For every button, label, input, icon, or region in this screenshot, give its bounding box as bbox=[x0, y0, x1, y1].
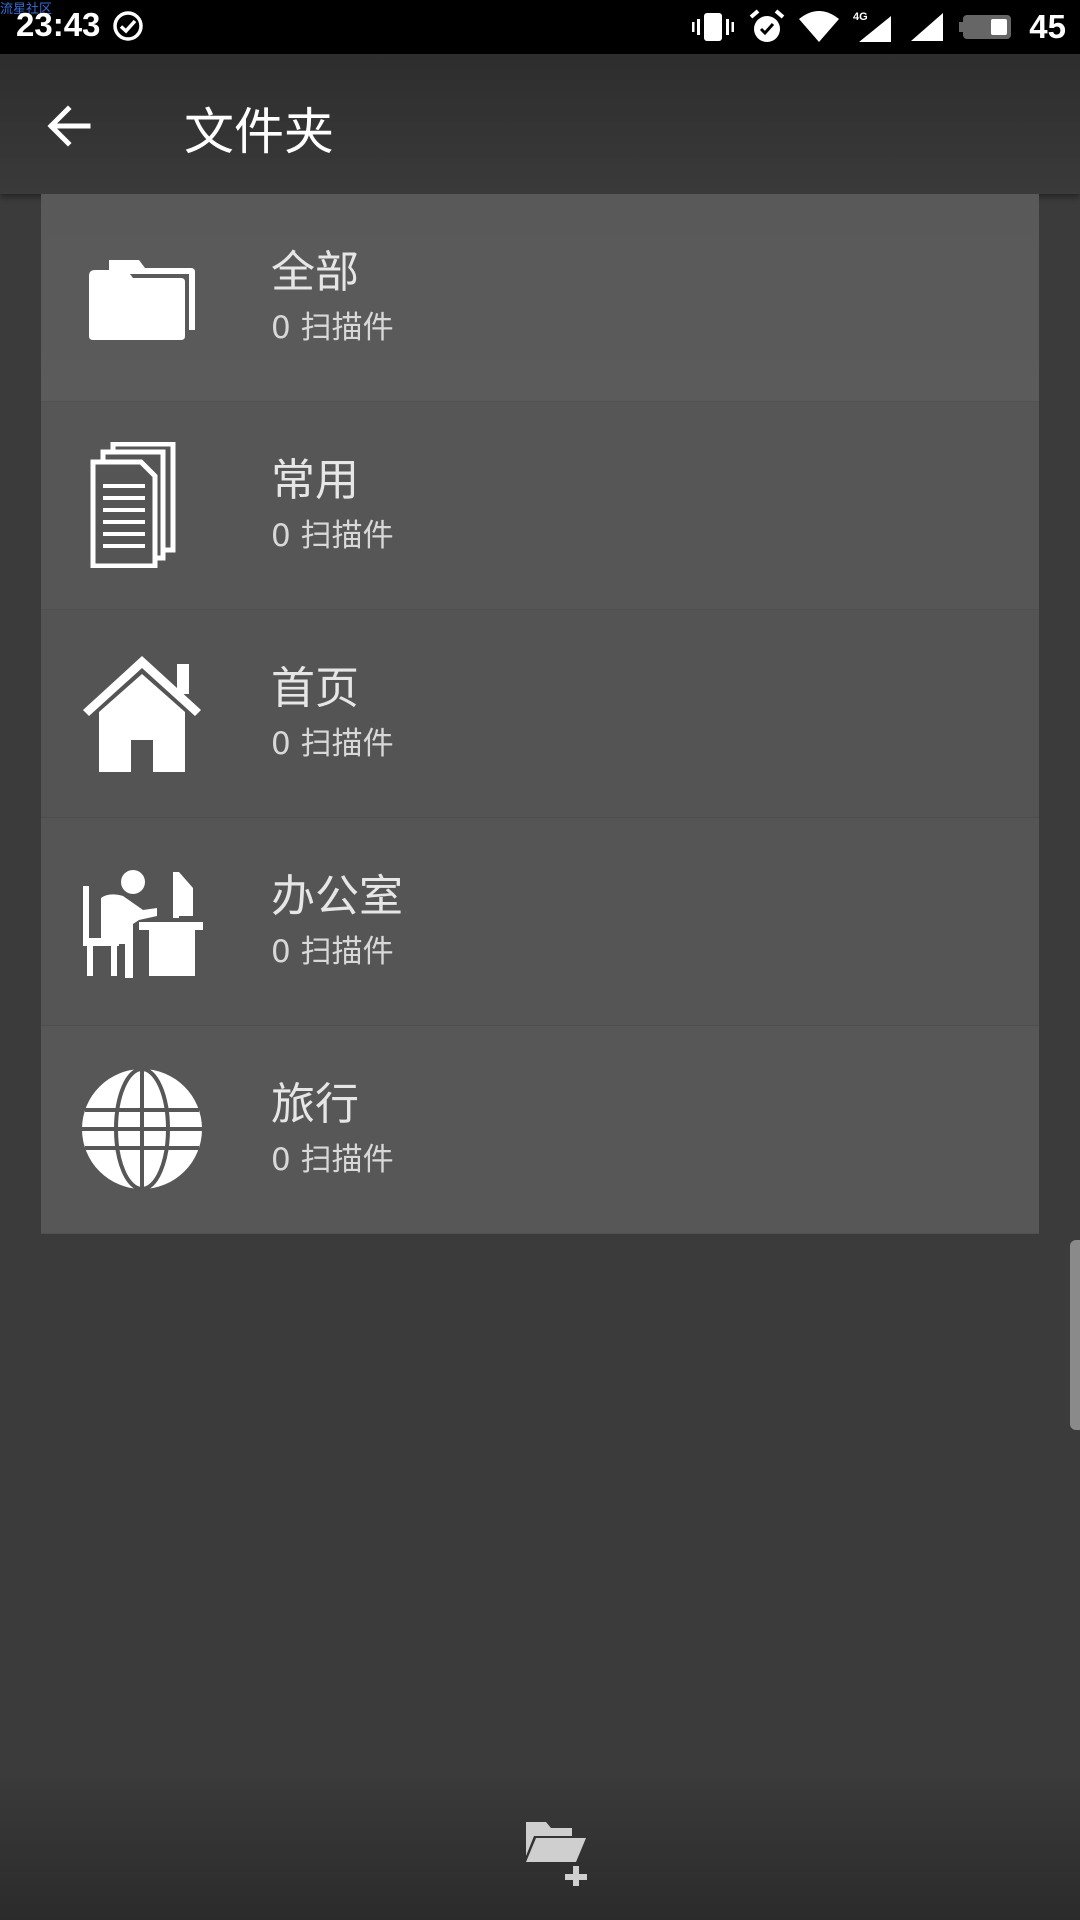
folder-item-office[interactable]: 办公室 0 扫描件 bbox=[41, 818, 1039, 1026]
new-folder-icon[interactable] bbox=[520, 1812, 600, 1886]
signal-4g-icon: 4G bbox=[853, 11, 892, 42]
folder-item-home[interactable]: 首页 0 扫描件 bbox=[41, 610, 1039, 818]
folder-item-frequent[interactable]: 常用 0 扫描件 bbox=[41, 402, 1039, 610]
office-worker-icon bbox=[83, 870, 203, 978]
folder-count: 0 扫描件 bbox=[271, 934, 394, 970]
folder-count: 0 扫描件 bbox=[271, 310, 394, 346]
svg-text:4G: 4G bbox=[853, 11, 868, 23]
battery-icon bbox=[959, 15, 1012, 39]
battery-level: 45 bbox=[1029, 8, 1066, 45]
folder-count: 0 扫描件 bbox=[271, 518, 394, 554]
folders-icon bbox=[89, 260, 195, 340]
app-bar: 文件夹 bbox=[0, 54, 1080, 194]
status-time: 23:43 bbox=[16, 6, 101, 43]
folder-item-travel[interactable]: 旅行 0 扫描件 bbox=[41, 1026, 1039, 1234]
folder-item-all[interactable]: 全部 0 扫描件 bbox=[41, 194, 1039, 402]
bottom-bar bbox=[0, 1776, 1080, 1920]
folder-name: 旅行 bbox=[271, 1079, 359, 1130]
status-icons: 4G 45 bbox=[691, 6, 1066, 48]
scroll-handle[interactable] bbox=[1070, 1240, 1080, 1430]
status-bar: 流星社区 23:43 4G 45 bbox=[0, 0, 1080, 54]
alarm-icon bbox=[749, 9, 785, 42]
documents-icon bbox=[90, 442, 176, 568]
check-circle-icon bbox=[113, 11, 143, 41]
arrow-left-icon[interactable] bbox=[40, 96, 100, 156]
folder-count: 0 扫描件 bbox=[271, 1142, 394, 1178]
vibrate-icon bbox=[692, 13, 735, 41]
globe-icon bbox=[82, 1067, 202, 1191]
page-title: 文件夹 bbox=[184, 103, 334, 161]
folder-list: 全部 0 扫描件 常用 0 扫描件 首页 0 扫描件 办公室 0 扫描件 旅行 … bbox=[41, 194, 1039, 1234]
folder-name: 办公室 bbox=[271, 871, 403, 922]
folder-count: 0 扫描件 bbox=[271, 726, 394, 762]
home-icon bbox=[83, 656, 201, 772]
folder-name: 全部 bbox=[271, 247, 359, 298]
signal-icon bbox=[911, 13, 944, 41]
wifi-icon bbox=[799, 11, 840, 42]
folder-name: 首页 bbox=[271, 663, 359, 714]
folder-name: 常用 bbox=[271, 455, 359, 506]
